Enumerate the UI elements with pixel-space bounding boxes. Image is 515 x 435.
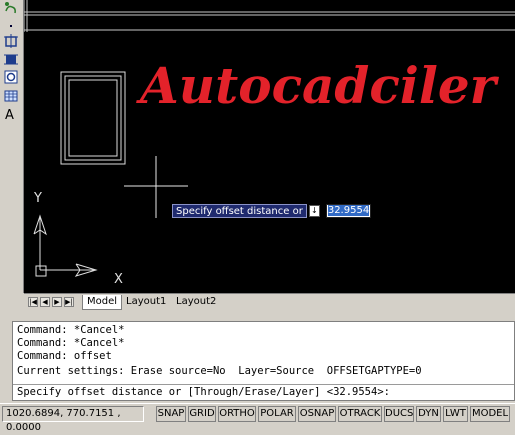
draw-toolbar: A xyxy=(0,0,24,293)
inner-rectangle xyxy=(68,79,118,157)
make-block-icon[interactable] xyxy=(3,51,19,67)
tab-model[interactable]: Model xyxy=(82,295,123,310)
ucs-y-label: Y xyxy=(33,191,42,206)
drawing-canvas[interactable]: Y X Autocadciler Specify offset distance… xyxy=(24,0,515,293)
down-arrow-icon[interactable]: ↓ xyxy=(308,205,320,217)
command-window[interactable]: Command: *Cancel* Command: *Cancel* Comm… xyxy=(12,321,515,401)
offset-distance-value: 32.9554 xyxy=(327,205,370,216)
polar-button[interactable]: POLAR xyxy=(258,406,296,422)
lwt-button[interactable]: LWT xyxy=(443,406,468,422)
command-separator xyxy=(13,384,514,385)
revcloud-icon[interactable] xyxy=(3,1,19,17)
table-icon[interactable] xyxy=(3,88,19,104)
drawing-geometry: Y X xyxy=(24,0,515,287)
first-tab-icon[interactable]: |◀ xyxy=(28,297,38,307)
previous-tab-icon[interactable]: ◀ xyxy=(40,297,50,307)
model-button[interactable]: MODEL xyxy=(470,406,510,422)
insert-block-icon[interactable] xyxy=(3,33,19,49)
ucs-icon xyxy=(33,214,98,277)
osnap-button[interactable]: OSNAP xyxy=(298,406,336,422)
offset-distance-input[interactable]: 32.9554 xyxy=(325,204,372,218)
dyn-button[interactable]: DYN xyxy=(416,406,441,422)
snap-button[interactable]: SNAP xyxy=(156,406,186,422)
region-icon[interactable] xyxy=(3,69,19,85)
watermark-text: Autocadciler xyxy=(140,56,496,115)
last-tab-icon[interactable]: ▶| xyxy=(64,297,74,307)
tab-layout2[interactable]: Layout2 xyxy=(172,295,220,309)
command-history-line: Command: offset xyxy=(17,350,112,362)
dynamic-input-tooltip: Specify offset distance or ↓ 32.9554 xyxy=(172,204,372,218)
coordinate-display[interactable]: 1020.6894, 770.7151 , 0.0000 xyxy=(2,406,144,433)
command-history-line: Command: *Cancel* xyxy=(17,337,125,349)
ducs-button[interactable]: DUCS xyxy=(384,406,414,422)
grid-button[interactable]: GRID xyxy=(188,406,216,422)
ucs-x-label: X xyxy=(114,272,123,287)
command-history-line: Command: *Cancel* xyxy=(17,324,125,336)
layout-tabs-bar: |◀ ◀ ▶ ▶| Model Layout1 Layout2 xyxy=(24,293,515,311)
next-tab-icon[interactable]: ▶ xyxy=(52,297,62,307)
dynamic-input-prompt: Specify offset distance or xyxy=(172,204,307,218)
point-icon[interactable] xyxy=(3,18,19,34)
otrack-button[interactable]: OTRACK xyxy=(338,406,382,422)
outer-rectangle xyxy=(60,71,126,165)
tab-layout1[interactable]: Layout1 xyxy=(122,295,170,309)
status-bar: 1020.6894, 770.7151 , 0.0000 SNAP GRID O… xyxy=(0,403,515,433)
command-prompt-line[interactable]: Specify offset distance or [Through/Eras… xyxy=(17,386,390,398)
multiline-text-icon[interactable]: A xyxy=(5,108,14,123)
ortho-button[interactable]: ORTHO xyxy=(218,406,256,422)
middle-rectangle xyxy=(64,75,122,161)
command-history-line: Current settings: Erase source=No Layer=… xyxy=(17,365,422,377)
